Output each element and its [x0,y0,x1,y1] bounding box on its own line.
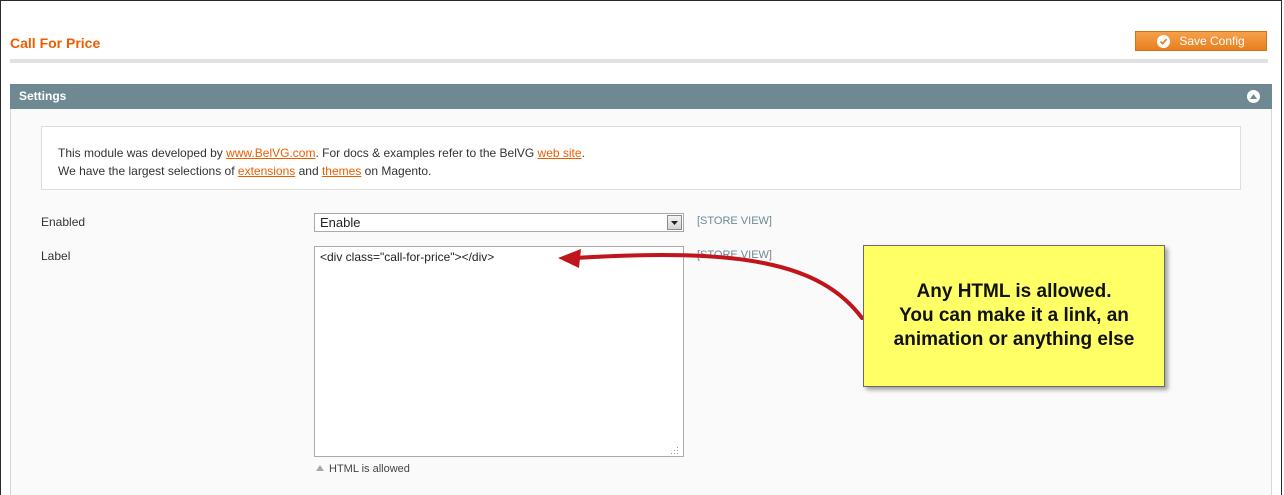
annotation-callout: Any HTML is allowed. You can make it a l… [863,245,1165,387]
themes-link[interactable]: themes [322,164,361,178]
label-scope: [STORE VIEW] [697,249,772,261]
extensions-link[interactable]: extensions [238,164,295,178]
comment-line-2: We have the largest selections of extens… [58,162,1240,180]
callout-text: Any HTML is allowed. You can make it a l… [893,281,1135,350]
comment-text: and [295,164,322,178]
label-field-label: Label [41,249,71,263]
comment-text: This module was developed by [58,146,227,160]
check-circle-icon [1157,34,1171,48]
enabled-select[interactable]: Enable [314,213,684,232]
triangle-up-icon [316,465,324,471]
enabled-scope: [STORE VIEW] [697,215,772,227]
save-config-label: Save Config [1179,34,1245,48]
html-allowed-note: HTML is allowed [316,463,410,475]
title-divider [10,59,1268,63]
comment-line-1: This module was developed by www.BelVG.c… [58,144,1240,162]
enabled-label: Enabled [41,215,86,229]
belvg-link[interactable]: www.BelVG.com [226,146,315,160]
label-textarea-value: <div class="call-for-price"></div> [320,250,495,264]
section-title: Settings [19,89,67,103]
comment-text: on Magento. [361,164,432,178]
chevron-down-icon[interactable] [667,215,682,230]
note-text: HTML is allowed [329,463,410,475]
comment-text: . [581,146,585,160]
web-site-link[interactable]: web site [538,146,582,160]
comment-text: We have the largest selections of [58,164,238,178]
module-comment: This module was developed by www.BelVG.c… [41,126,1241,190]
comment-text: . For docs & examples refer to the BelVG [315,146,538,160]
save-config-button[interactable]: Save Config [1135,31,1267,51]
section-header-settings[interactable]: Settings [10,84,1272,109]
resize-grip-icon[interactable] [671,444,679,454]
collapse-up-icon[interactable] [1247,90,1260,103]
page-title: Call For Price [10,35,101,51]
label-textarea[interactable]: <div class="call-for-price"></div> [314,246,684,457]
enabled-select-value: Enable [320,215,361,230]
